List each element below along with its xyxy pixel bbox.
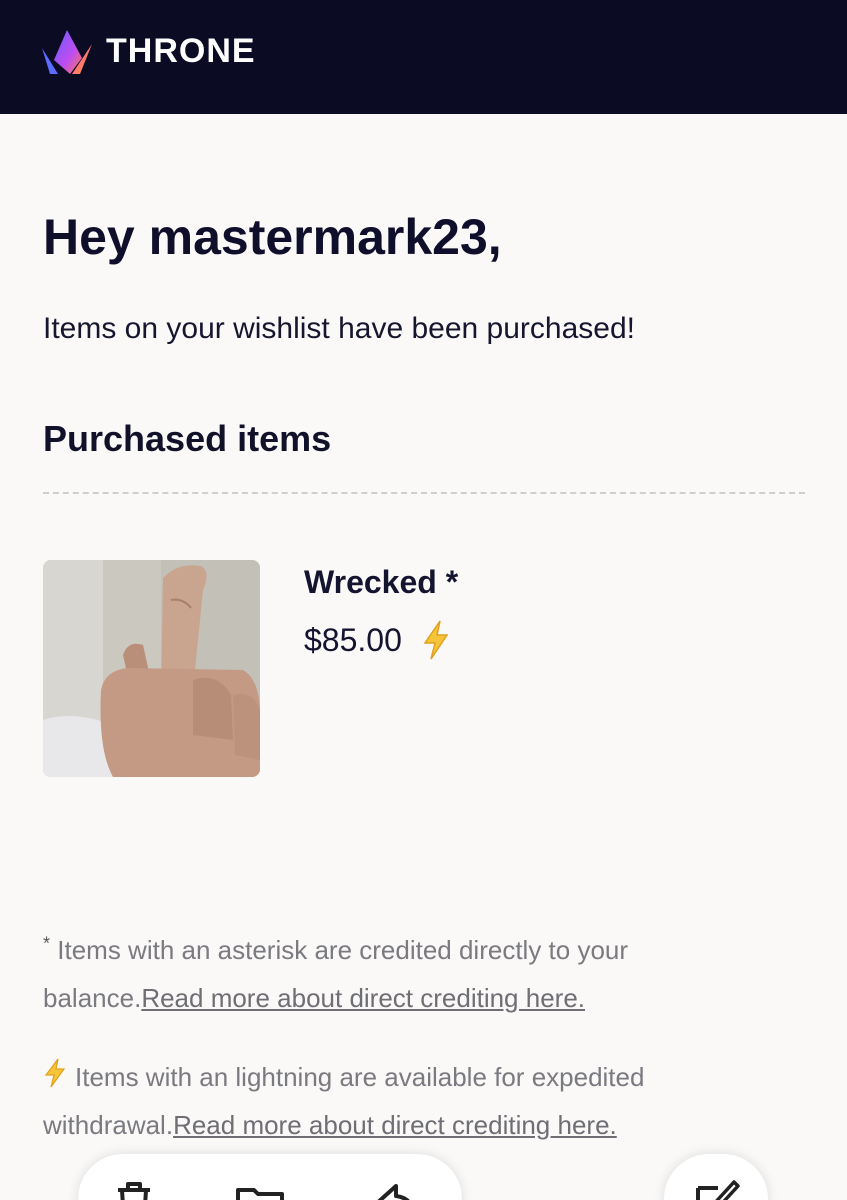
reply-icon[interactable]: [368, 1176, 420, 1200]
item-price-row: $85.00: [304, 620, 452, 660]
email-subtitle: Items on your wishlist have been purchas…: [43, 312, 635, 345]
compose-icon: [696, 1180, 740, 1200]
lightning-icon: [423, 620, 449, 660]
lightning-note: Items with an lightning are available fo…: [43, 1053, 743, 1149]
asterisk-note: * Items with an asterisk are credited di…: [43, 926, 743, 1022]
mail-action-toolbar: [78, 1154, 462, 1200]
brand-name: THRONE: [106, 32, 256, 70]
compose-button[interactable]: [664, 1154, 768, 1200]
email-header: THRONE: [0, 0, 847, 114]
item-price: $85.00: [304, 621, 402, 658]
hand-gesture-photo: [43, 560, 260, 777]
expedited-withdrawal-link[interactable]: Read more about direct crediting here.: [173, 1110, 617, 1140]
asterisk-symbol: *: [43, 933, 51, 954]
greeting-heading: Hey mastermark23,: [43, 209, 502, 265]
dashed-divider: [43, 492, 805, 494]
item-name: Wrecked *: [304, 564, 459, 600]
direct-crediting-link[interactable]: Read more about direct crediting here.: [141, 983, 585, 1013]
crown-logo-icon: [42, 30, 92, 74]
section-title: Purchased items: [43, 418, 332, 459]
trash-icon[interactable]: [108, 1176, 160, 1200]
folder-icon[interactable]: [234, 1176, 286, 1200]
item-thumbnail[interactable]: [43, 560, 260, 777]
lightning-icon: [44, 1058, 66, 1088]
